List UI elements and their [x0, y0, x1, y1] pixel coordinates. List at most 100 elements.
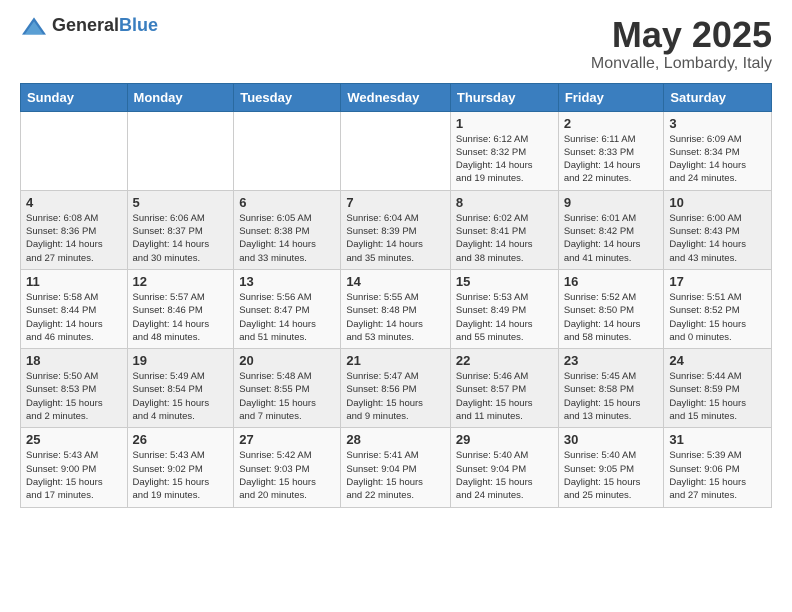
day-number: 20: [239, 353, 335, 368]
day-cell: 1 Sunrise: 6:12 AMSunset: 8:32 PMDaylight…: [450, 111, 558, 190]
day-cell: 14 Sunrise: 5:55 AMSunset: 8:48 PMDayligh…: [341, 269, 451, 348]
week-row-1: 1 Sunrise: 6:12 AMSunset: 8:32 PMDaylight…: [21, 111, 772, 190]
day-number: 18: [26, 353, 122, 368]
day-cell: 20 Sunrise: 5:48 AMSunset: 8:55 PMDayligh…: [234, 349, 341, 428]
day-cell: 6Sunrise: 6:05 AMSunset: 8:38 PMDaylight…: [234, 190, 341, 269]
day-cell: 7 Sunrise: 6:04 AMSunset: 8:39 PMDaylight…: [341, 190, 451, 269]
weekday-header-row: SundayMondayTuesdayWednesdayThursdayFrid…: [21, 83, 772, 111]
day-cell: [127, 111, 234, 190]
day-info: Sunrise: 5:40 AMSunset: 9:05 PMDaylight:…: [564, 449, 659, 502]
week-row-3: 11 Sunrise: 5:58 AMSunset: 8:44 PMDayligh…: [21, 269, 772, 348]
day-number: 29: [456, 432, 553, 447]
day-number: 14: [346, 274, 445, 289]
day-info: Sunrise: 6:00 AMSunset: 8:43 PMDaylight:…: [669, 212, 766, 265]
day-number: 21: [346, 353, 445, 368]
day-cell: 16 Sunrise: 5:52 AMSunset: 8:50 PMDayligh…: [558, 269, 664, 348]
day-info: Sunrise: 5:47 AMSunset: 8:56 PMDaylight:…: [346, 370, 445, 423]
day-number: 17: [669, 274, 766, 289]
day-cell: [341, 111, 451, 190]
title-area: May 2025 Monvalle, Lombardy, Italy: [591, 15, 772, 73]
day-info: Sunrise: 5:44 AMSunset: 8:59 PMDaylight:…: [669, 370, 766, 423]
day-number: 22: [456, 353, 553, 368]
day-info: Sunrise: 6:11 AMSunset: 8:33 PMDaylight:…: [564, 133, 659, 186]
logo-text-general: General: [52, 15, 119, 35]
day-info: Sunrise: 5:42 AMSunset: 9:03 PMDaylight:…: [239, 449, 335, 502]
day-number: 15: [456, 274, 553, 289]
day-info: Sunrise: 5:56 AMSunset: 8:47 PMDaylight:…: [239, 291, 335, 344]
day-number: 11: [26, 274, 122, 289]
day-cell: 24 Sunrise: 5:44 AMSunset: 8:59 PMDayligh…: [664, 349, 772, 428]
day-info: Sunrise: 5:58 AMSunset: 8:44 PMDaylight:…: [26, 291, 122, 344]
day-info: Sunrise: 5:51 AMSunset: 8:52 PMDaylight:…: [669, 291, 766, 344]
day-cell: 22 Sunrise: 5:46 AMSunset: 8:57 PMDayligh…: [450, 349, 558, 428]
weekday-header-friday: Friday: [558, 83, 664, 111]
day-cell: 4 Sunrise: 6:08 AMSunset: 8:36 PMDaylight…: [21, 190, 128, 269]
day-number: 10: [669, 195, 766, 210]
day-number: 4: [26, 195, 122, 210]
header: GeneralBlue May 2025 Monvalle, Lombardy,…: [20, 15, 772, 73]
logo-icon: [20, 16, 48, 36]
day-number: 19: [133, 353, 229, 368]
day-number: 2: [564, 116, 659, 131]
location-title: Monvalle, Lombardy, Italy: [591, 55, 772, 73]
day-info: Sunrise: 5:52 AMSunset: 8:50 PMDaylight:…: [564, 291, 659, 344]
day-info: Sunrise: 5:43 AMSunset: 9:02 PMDaylight:…: [133, 449, 229, 502]
day-cell: 23Sunrise: 5:45 AMSunset: 8:58 PMDayligh…: [558, 349, 664, 428]
day-cell: 31Sunrise: 5:39 AMSunset: 9:06 PMDayligh…: [664, 428, 772, 507]
day-info: Sunrise: 5:55 AMSunset: 8:48 PMDaylight:…: [346, 291, 445, 344]
day-cell: 25 Sunrise: 5:43 AMSunset: 9:00 PMDayligh…: [21, 428, 128, 507]
day-info: Sunrise: 5:57 AMSunset: 8:46 PMDaylight:…: [133, 291, 229, 344]
day-number: 23: [564, 353, 659, 368]
day-number: 30: [564, 432, 659, 447]
day-number: 16: [564, 274, 659, 289]
day-info: Sunrise: 6:12 AMSunset: 8:32 PMDaylight:…: [456, 133, 553, 186]
day-info: Sunrise: 5:43 AMSunset: 9:00 PMDaylight:…: [26, 449, 122, 502]
day-cell: 29Sunrise: 5:40 AMSunset: 9:04 PMDayligh…: [450, 428, 558, 507]
day-number: 24: [669, 353, 766, 368]
day-cell: 5Sunrise: 6:06 AMSunset: 8:37 PMDaylight…: [127, 190, 234, 269]
day-number: 31: [669, 432, 766, 447]
day-number: 7: [346, 195, 445, 210]
day-info: Sunrise: 6:08 AMSunset: 8:36 PMDaylight:…: [26, 212, 122, 265]
day-cell: [21, 111, 128, 190]
logo: GeneralBlue: [20, 15, 158, 36]
day-number: 6: [239, 195, 335, 210]
weekday-header-saturday: Saturday: [664, 83, 772, 111]
day-cell: 3 Sunrise: 6:09 AMSunset: 8:34 PMDaylight…: [664, 111, 772, 190]
day-number: 27: [239, 432, 335, 447]
weekday-header-thursday: Thursday: [450, 83, 558, 111]
day-cell: 18 Sunrise: 5:50 AMSunset: 8:53 PMDayligh…: [21, 349, 128, 428]
day-cell: 13 Sunrise: 5:56 AMSunset: 8:47 PMDayligh…: [234, 269, 341, 348]
month-title: May 2025: [591, 15, 772, 55]
day-info: Sunrise: 5:50 AMSunset: 8:53 PMDaylight:…: [26, 370, 122, 423]
day-info: Sunrise: 5:48 AMSunset: 8:55 PMDaylight:…: [239, 370, 335, 423]
weekday-header-monday: Monday: [127, 83, 234, 111]
day-info: Sunrise: 5:41 AMSunset: 9:04 PMDaylight:…: [346, 449, 445, 502]
day-info: Sunrise: 6:04 AMSunset: 8:39 PMDaylight:…: [346, 212, 445, 265]
day-cell: 21 Sunrise: 5:47 AMSunset: 8:56 PMDayligh…: [341, 349, 451, 428]
day-cell: 28 Sunrise: 5:41 AMSunset: 9:04 PMDayligh…: [341, 428, 451, 507]
day-number: 3: [669, 116, 766, 131]
day-cell: 30 Sunrise: 5:40 AMSunset: 9:05 PMDayligh…: [558, 428, 664, 507]
day-cell: 26 Sunrise: 5:43 AMSunset: 9:02 PMDayligh…: [127, 428, 234, 507]
day-number: 25: [26, 432, 122, 447]
day-info: Sunrise: 6:09 AMSunset: 8:34 PMDaylight:…: [669, 133, 766, 186]
day-cell: 9Sunrise: 6:01 AMSunset: 8:42 PMDaylight…: [558, 190, 664, 269]
day-info: Sunrise: 5:53 AMSunset: 8:49 PMDaylight:…: [456, 291, 553, 344]
day-number: 8: [456, 195, 553, 210]
day-number: 13: [239, 274, 335, 289]
day-number: 28: [346, 432, 445, 447]
weekday-header-wednesday: Wednesday: [341, 83, 451, 111]
week-row-2: 4 Sunrise: 6:08 AMSunset: 8:36 PMDaylight…: [21, 190, 772, 269]
day-cell: 12 Sunrise: 5:57 AMSunset: 8:46 PMDayligh…: [127, 269, 234, 348]
week-row-4: 18 Sunrise: 5:50 AMSunset: 8:53 PMDayligh…: [21, 349, 772, 428]
day-info: Sunrise: 6:02 AMSunset: 8:41 PMDaylight:…: [456, 212, 553, 265]
day-number: 12: [133, 274, 229, 289]
day-info: Sunrise: 6:06 AMSunset: 8:37 PMDaylight:…: [133, 212, 229, 265]
day-cell: 10 Sunrise: 6:00 AMSunset: 8:43 PMDayligh…: [664, 190, 772, 269]
day-number: 26: [133, 432, 229, 447]
day-number: 1: [456, 116, 553, 131]
day-info: Sunrise: 5:46 AMSunset: 8:57 PMDaylight:…: [456, 370, 553, 423]
day-cell: 8 Sunrise: 6:02 AMSunset: 8:41 PMDaylight…: [450, 190, 558, 269]
day-info: Sunrise: 6:01 AMSunset: 8:42 PMDaylight:…: [564, 212, 659, 265]
